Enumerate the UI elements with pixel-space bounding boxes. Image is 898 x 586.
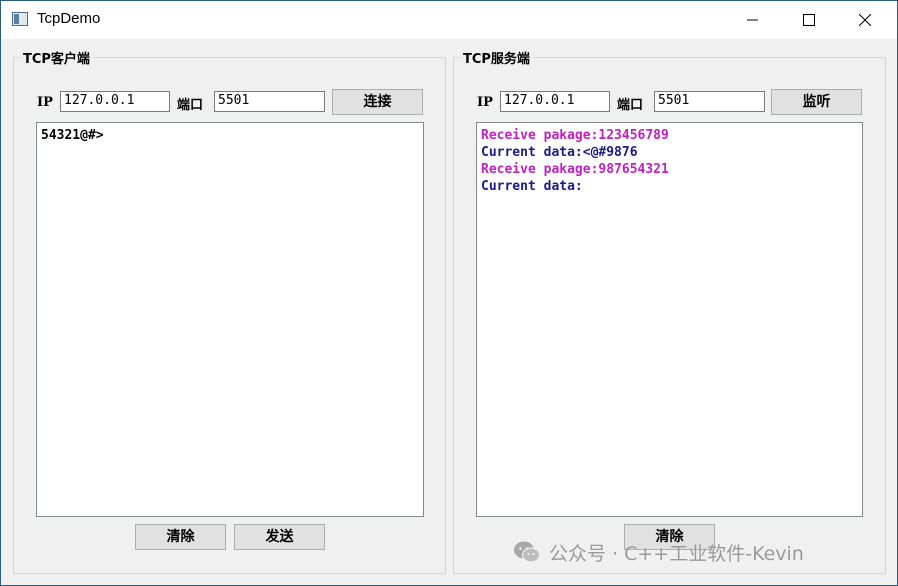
close-button[interactable] [837,1,893,39]
send-button[interactable]: 发送 [234,524,325,550]
client-clear-button[interactable]: 清除 [135,524,226,550]
client-port-label: 端口 [177,98,204,113]
server-log-line-4: Current data: [481,179,583,194]
main-window: TcpDemo TCP客户端 IP 127.0.0.1 端口 5501 连接 5… [0,0,898,586]
minimize-button[interactable] [725,1,781,39]
maximize-icon [803,14,815,26]
app-icon [12,12,28,26]
client-port-input[interactable]: 5501 [214,91,325,112]
watermark-text: 公众号 · C++工业软件-Kevin [549,542,804,565]
client-log-area[interactable]: 54321@#> [36,122,424,517]
watermark: 公众号 · C++工业软件-Kevin [513,539,804,565]
close-icon [859,14,871,26]
client-ip-input[interactable]: 127.0.0.1 [60,91,170,112]
minimize-icon [747,19,758,21]
maximize-button[interactable] [781,1,837,39]
listen-button[interactable]: 监听 [771,89,862,115]
client-ip-label: IP [37,95,53,110]
server-ip-label: IP [477,95,493,110]
client-group-label: TCP客户端 [23,52,90,67]
connect-button[interactable]: 连接 [332,89,423,115]
server-ip-input[interactable]: 127.0.0.1 [500,91,610,112]
server-log-line-2: Current data:<@#9876 [481,145,638,160]
server-port-label: 端口 [617,98,644,113]
window-title: TcpDemo [37,10,101,27]
server-log-area[interactable]: Receive pakage:123456789 Current data:<@… [476,122,863,517]
server-group-label: TCP服务端 [463,52,530,67]
server-port-input[interactable]: 5501 [654,91,765,112]
server-log-line-3: Receive pakage:987654321 [481,162,669,177]
client-log-text: 54321@#> [41,128,104,143]
wechat-icon [514,541,541,563]
server-log-line-1: Receive pakage:123456789 [481,128,669,143]
title-bar[interactable]: TcpDemo [1,1,897,39]
